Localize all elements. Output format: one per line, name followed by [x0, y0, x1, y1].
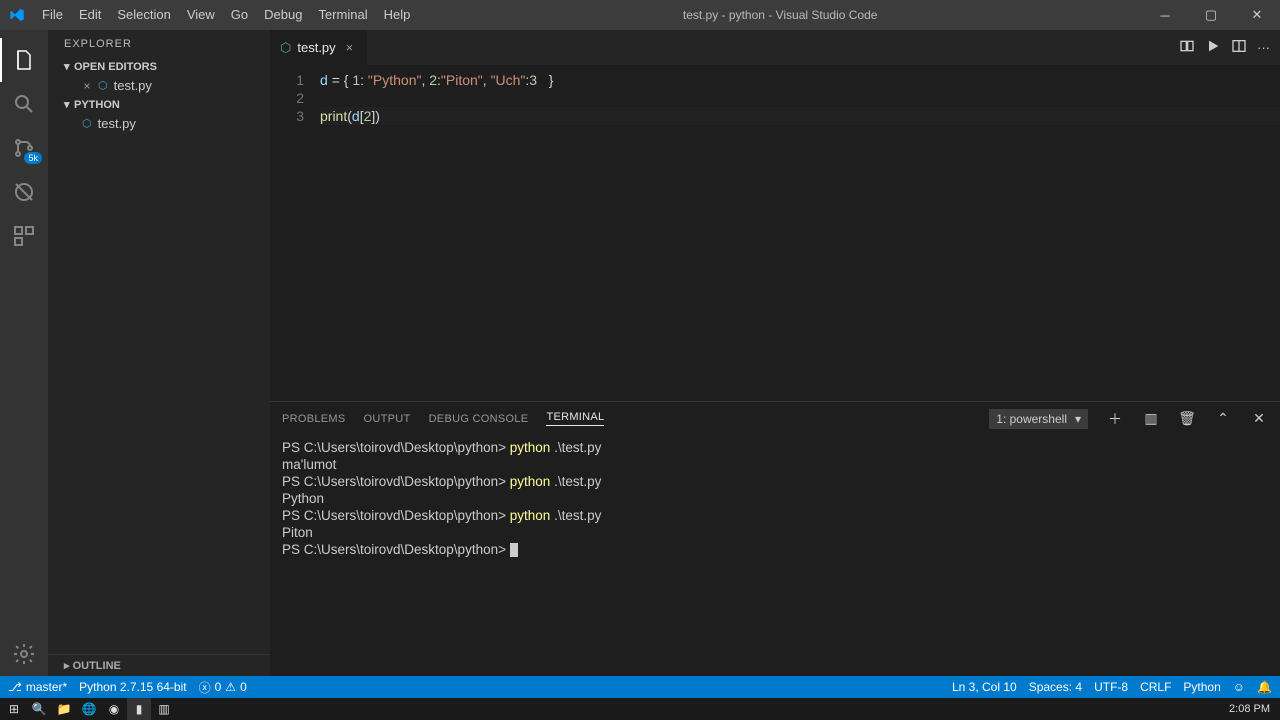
- chrome-icon[interactable]: ◉: [102, 698, 126, 720]
- code-editor[interactable]: 123 d = { 1: "Python", 2:"Piton", "Uch":…: [270, 65, 1280, 401]
- menu-terminal[interactable]: Terminal: [310, 0, 375, 30]
- kill-terminal-icon[interactable]: 🗑: [1178, 410, 1196, 427]
- chevron-up-icon[interactable]: ⌃: [1214, 410, 1232, 427]
- sidebar-header: EXPLORER: [48, 30, 270, 58]
- editor-actions: ···: [1169, 30, 1280, 65]
- terminal-output[interactable]: PS C:\Users\toirovd\Desktop\python> pyth…: [270, 435, 1280, 676]
- terminal-selector[interactable]: 1: powershell: [989, 409, 1088, 429]
- cursor-position[interactable]: Ln 3, Col 10: [952, 680, 1017, 694]
- close-tab-icon[interactable]: ×: [342, 40, 358, 55]
- menu-edit[interactable]: Edit: [71, 0, 109, 30]
- titlebar: FileEditSelectionViewGoDebugTerminalHelp…: [0, 0, 1280, 30]
- python-file-icon: ⬡: [98, 79, 108, 92]
- app-icon[interactable]: ▥: [152, 698, 176, 720]
- panel: PROBLEMS OUTPUT DEBUG CONSOLE TERMINAL 1: p…: [270, 401, 1280, 676]
- chevron-down-icon: ▾: [64, 98, 74, 111]
- main: 5k EXPLORER ▾OPEN EDITORS ×⬡test.py ▾PYT…: [0, 30, 1280, 676]
- search-icon[interactable]: [0, 82, 48, 126]
- python-version[interactable]: Python 2.7.15 64-bit: [79, 680, 186, 694]
- extensions-icon[interactable]: [0, 214, 48, 258]
- feedback-icon[interactable]: ☺: [1233, 680, 1245, 694]
- debug-icon[interactable]: [0, 170, 48, 214]
- edge-icon[interactable]: 🌐: [77, 698, 101, 720]
- close-panel-icon[interactable]: ✕: [1250, 410, 1268, 427]
- panel-tabs: PROBLEMS OUTPUT DEBUG CONSOLE TERMINAL 1: p…: [270, 402, 1280, 435]
- open-editors-section[interactable]: ▾OPEN EDITORS: [48, 58, 270, 75]
- window-title: test.py - python - Visual Studio Code: [418, 8, 1142, 22]
- activity-bar: 5k: [0, 30, 48, 676]
- status-bar: ⎇master* Python 2.7.15 64-bit ⓧ0 ⚠0 Ln 3…: [0, 676, 1280, 698]
- compare-icon[interactable]: [1179, 38, 1195, 57]
- chevron-down-icon: ▾: [64, 60, 74, 73]
- split-editor-icon[interactable]: [1231, 38, 1247, 57]
- source-control-icon[interactable]: 5k: [0, 126, 48, 170]
- editor-tab[interactable]: ⬡ test.py ×: [270, 30, 368, 65]
- minimize-icon[interactable]: ─: [1142, 0, 1188, 30]
- windows-taskbar: ⊞ 🔍 📁 🌐 ◉ ▮ ▥ 2:08 PM: [0, 698, 1280, 720]
- split-terminal-icon[interactable]: ▥: [1142, 410, 1160, 427]
- close-icon[interactable]: ✕: [1234, 0, 1280, 30]
- chevron-right-icon: ▸: [64, 660, 73, 672]
- menu-file[interactable]: File: [34, 0, 71, 30]
- branch-icon: ⎇: [8, 680, 22, 694]
- start-menu-icon[interactable]: ⊞: [2, 698, 26, 720]
- menu-help[interactable]: Help: [376, 0, 419, 30]
- explorer-icon[interactable]: [0, 38, 48, 82]
- file-explorer-icon[interactable]: 📁: [52, 698, 76, 720]
- tab-label: test.py: [297, 40, 335, 55]
- taskbar-clock[interactable]: 2:08 PM: [1221, 703, 1278, 715]
- indent-status[interactable]: Spaces: 4: [1029, 680, 1082, 694]
- new-terminal-icon[interactable]: ＋: [1106, 409, 1124, 429]
- menu-go[interactable]: Go: [223, 0, 256, 30]
- outline-section[interactable]: ▸ OUTLINE: [48, 654, 270, 676]
- vscode-logo-icon: [0, 7, 34, 23]
- panel-tab-output[interactable]: OUTPUT: [364, 413, 411, 425]
- eol-status[interactable]: CRLF: [1140, 680, 1171, 694]
- python-file-icon: ⬡: [280, 40, 291, 56]
- panel-tab-debug-console[interactable]: DEBUG CONSOLE: [429, 413, 529, 425]
- sidebar: EXPLORER ▾OPEN EDITORS × ⬡test.py ▾PYTHON…: [48, 30, 270, 676]
- more-icon[interactable]: ···: [1257, 40, 1270, 55]
- menu-selection[interactable]: Selection: [109, 0, 178, 30]
- run-icon[interactable]: [1205, 38, 1221, 57]
- scm-badge: 5k: [24, 152, 42, 164]
- open-editor-item[interactable]: ×⬡test.py: [48, 75, 270, 96]
- file-item[interactable]: ⬡test.py: [48, 113, 270, 134]
- menubar: FileEditSelectionViewGoDebugTerminalHelp: [34, 0, 418, 30]
- maximize-icon[interactable]: ▢: [1188, 0, 1234, 30]
- menu-view[interactable]: View: [179, 0, 223, 30]
- language-status[interactable]: Python: [1183, 680, 1220, 694]
- panel-tab-problems[interactable]: PROBLEMS: [282, 413, 346, 425]
- python-file-icon: ⬡: [82, 117, 92, 130]
- panel-tab-terminal[interactable]: TERMINAL: [546, 411, 604, 426]
- encoding-status[interactable]: UTF-8: [1094, 680, 1128, 694]
- vscode-taskbar-icon[interactable]: ▮: [127, 698, 151, 720]
- error-icon: ⓧ: [199, 679, 211, 696]
- editor-tabs: ⬡ test.py × ···: [270, 30, 1280, 65]
- warning-icon: ⚠: [225, 680, 236, 694]
- window-controls: ─ ▢ ✕: [1142, 0, 1280, 30]
- editor-area: ⬡ test.py × ··· 123 d = { 1: "Python", 2…: [270, 30, 1280, 676]
- settings-gear-icon[interactable]: [0, 632, 48, 676]
- git-branch[interactable]: ⎇master*: [8, 680, 67, 694]
- search-taskbar-icon[interactable]: 🔍: [27, 698, 51, 720]
- project-section[interactable]: ▾PYTHON: [48, 96, 270, 113]
- notifications-icon[interactable]: 🔔: [1257, 680, 1272, 694]
- problems-status[interactable]: ⓧ0 ⚠0: [199, 679, 247, 696]
- menu-debug[interactable]: Debug: [256, 0, 310, 30]
- close-file-icon[interactable]: ×: [82, 79, 92, 93]
